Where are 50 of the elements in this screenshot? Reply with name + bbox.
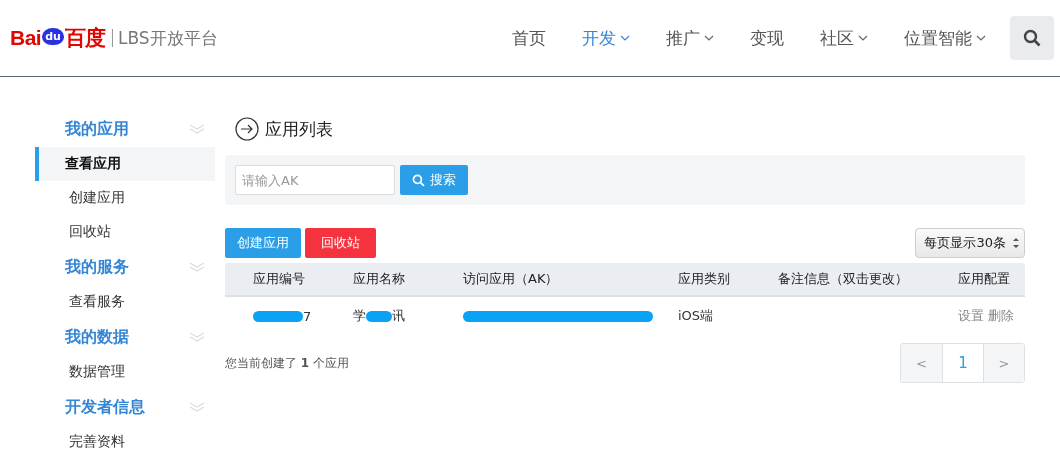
double-chevron-icon xyxy=(189,262,205,272)
redaction-mark xyxy=(253,310,303,322)
nav-item[interactable]: 变现 xyxy=(732,26,802,50)
page-size-select[interactable]: 每页显示30条 xyxy=(915,228,1025,258)
sidebar-item[interactable]: 数据管理 xyxy=(35,355,215,389)
chevron-down-icon xyxy=(976,35,986,41)
sidebar-section-title: 我的应用 xyxy=(65,118,129,140)
chevron-down-icon xyxy=(620,35,630,41)
sidebar-item[interactable]: 完善资料 xyxy=(35,425,215,459)
column-header: 应用名称 xyxy=(353,270,406,288)
nav-item[interactable]: 位置智能 xyxy=(886,26,1004,50)
sidebar-item[interactable]: 查看服务 xyxy=(35,285,215,319)
sidebar-section-title: 开发者信息 xyxy=(65,396,145,418)
table-cell-text: iOS端 xyxy=(678,307,715,325)
nav-item[interactable]: 首页 xyxy=(494,26,564,50)
table-cell: 讯 xyxy=(392,307,405,325)
chevron-down-icon xyxy=(704,35,714,41)
sidebar-section-title: 我的数据 xyxy=(65,326,129,348)
product-name: LBS开放平台 xyxy=(117,26,218,50)
ak-input-field[interactable]: 请输入AK xyxy=(235,165,395,195)
app-count-summary: 您当前创建了 1 个应用 xyxy=(225,354,349,372)
logo-text: Bai xyxy=(10,26,42,50)
table-cell: 学 xyxy=(353,307,366,325)
logo-text: 百度 xyxy=(64,25,106,51)
search-icon xyxy=(412,173,425,187)
table-action-link[interactable]: 删除 xyxy=(988,307,1014,325)
column-header: 访问应用（AK） xyxy=(463,270,560,288)
column-header: 应用类别 xyxy=(678,270,731,288)
column-header: 应用配置 xyxy=(958,270,1011,288)
sidebar-item[interactable]: 创建应用 xyxy=(35,181,215,215)
table-action-link[interactable]: 设置 xyxy=(958,307,984,325)
search-button[interactable] xyxy=(1010,16,1054,60)
search-icon xyxy=(1023,29,1041,47)
table-cell: 7 xyxy=(303,308,312,324)
logo-paw: du xyxy=(42,27,64,45)
double-chevron-icon xyxy=(189,124,205,134)
redaction-mark xyxy=(366,310,392,322)
column-header: 应用编号 xyxy=(253,270,306,288)
sidebar-section-title: 我的服务 xyxy=(65,256,129,278)
double-chevron-icon xyxy=(189,402,205,412)
sidebar-item[interactable]: 查看应用 xyxy=(35,147,215,181)
chevron-down-icon xyxy=(858,35,868,41)
nav-item[interactable]: 社区 xyxy=(802,26,886,50)
nav-item[interactable]: 推广 xyxy=(648,26,732,50)
sidebar-item[interactable]: 回收站 xyxy=(35,215,215,249)
nav-item[interactable]: 开发 xyxy=(564,26,648,50)
column-header: 备注信息（双击更改） xyxy=(778,270,909,288)
double-chevron-icon xyxy=(189,332,205,342)
page-title: 应用列表 xyxy=(265,117,333,141)
recycle-bin-button[interactable]: 回收站 xyxy=(305,228,376,258)
